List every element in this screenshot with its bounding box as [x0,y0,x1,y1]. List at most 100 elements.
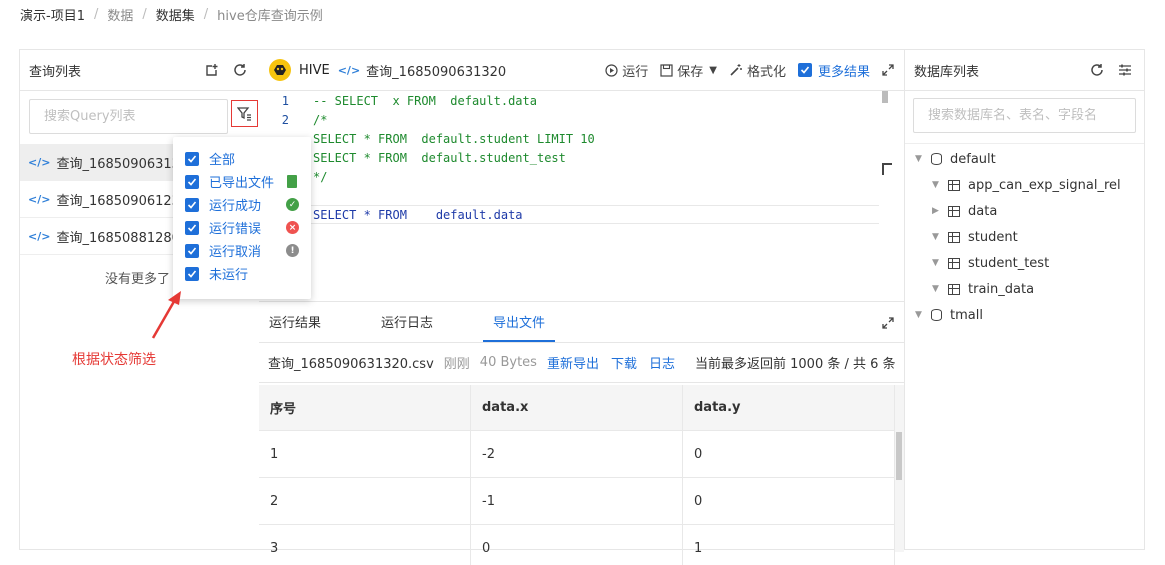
download-link[interactable]: 下载 [611,353,637,372]
editor-line[interactable]: SELECT * FROM default.student_test [259,148,904,167]
tree-node-table[interactable]: ▼ train_data [905,276,1144,302]
caret-right-icon[interactable]: ▶ [932,206,942,216]
breadcrumb-separator: / [203,6,209,22]
table-scrollbar[interactable] [895,385,904,552]
caret-down-icon[interactable]: ▼ [932,232,942,242]
play-icon [605,63,618,77]
breadcrumb: 演示-项目1 / 数据 / 数据集 / hive仓库查询示例 [20,4,323,24]
caret-down-icon[interactable]: ▼ [932,258,942,268]
table-cell: -1 [471,478,683,524]
editor-line[interactable] [259,186,904,205]
tree-node-label: app_can_exp_signal_rel [968,177,1121,193]
code-text: SELECT * FROM default.student_test [313,150,566,165]
tree-node-label: data [968,203,998,219]
checkbox-checked-icon[interactable] [185,243,199,258]
filter-option-all[interactable]: 全部 [173,147,311,170]
format-button[interactable]: 格式化 [729,61,786,80]
table-cell: 0 [683,431,895,477]
query-list-title: 查询列表 [29,64,82,80]
filter-option-label: 运行错误 [209,222,262,237]
fullscreen-button[interactable] [882,64,894,76]
log-link[interactable]: 日志 [649,353,675,372]
expand-icon[interactable] [882,317,894,333]
run-button[interactable]: 运行 [605,61,648,80]
table-icon [948,283,960,295]
result-tabs: 运行结果 运行日志 导出文件 [259,302,904,343]
table-cell: 0 [683,478,895,524]
result-panel: 运行结果 运行日志 导出文件 查询_1685090631320.csv 刚刚 4… [259,301,904,565]
magic-wand-icon [730,64,742,76]
table-icon [948,179,960,191]
tree-node-table[interactable]: ▶ data [905,198,1144,224]
query-list-panel: 查询列表 </> 查询_1685090631320 </> 查询_1685090… [19,49,260,550]
editor-line[interactable]: 1 -- SELECT x FROM default.data [259,91,904,110]
editor-minimap-marker [882,163,892,175]
editor-scrollbar[interactable] [882,91,888,103]
filter-option-label: 运行成功 [209,199,262,214]
filter-icon [237,107,251,121]
filter-option-cancelled[interactable]: 运行取消 ! [173,239,311,262]
tree-node-table[interactable]: ▼ student [905,224,1144,250]
editor-line[interactable]: 2 /* [259,110,904,129]
filter-option-exported[interactable]: 已导出文件 [173,170,311,193]
export-time: 刚刚 [443,357,470,372]
sql-editor[interactable]: 1 -- SELECT x FROM default.data 2 /* SELECT … [259,91,904,301]
database-title: 数据库列表 [914,64,980,80]
breadcrumb-item-data[interactable]: 数据 [107,5,133,24]
filter-option-error[interactable]: 运行错误 × [173,216,311,239]
table-row: 1 -2 0 [259,431,895,478]
table-icon [948,205,960,217]
refresh-icon[interactable] [230,60,250,80]
database-panel: 数据库列表 ▼ default ▼ app_can_exp_signal_rel ▶ da… [904,49,1145,550]
table-scrollbar-thumb[interactable] [896,432,902,480]
checkbox-checked-icon[interactable] [185,197,199,212]
tree-node-label: default [950,151,996,167]
line-number: 2 [281,112,289,127]
editor-line[interactable]: SELECT * FROM default.data [259,205,879,224]
editor-panel: HIVE </> 查询_1685090631320 运行 保存 ▼ 格式化 更多… [259,49,905,565]
settings-sliders-icon[interactable] [1115,60,1135,80]
tree-node-database[interactable]: ▼ default [905,146,1144,172]
caret-down-icon[interactable]: ▼ [915,310,925,320]
checkbox-checked-icon[interactable] [185,151,199,166]
caret-down-icon[interactable]: ▼ [915,154,925,164]
more-results-label: 更多结果 [817,64,870,80]
caret-down-icon[interactable]: ▼ [932,180,942,190]
filter-button[interactable] [231,100,258,127]
checkbox-checked-icon[interactable] [185,220,199,235]
tab-run-log[interactable]: 运行日志 [381,312,433,342]
checkbox-checked-icon[interactable] [797,63,812,77]
tab-export-files[interactable]: 导出文件 [483,312,556,342]
tree-node-label: tmall [950,307,983,323]
table-cell: 1 [259,431,471,477]
editor-line[interactable]: SELECT * FROM default.student LIMIT 10 [259,129,904,148]
file-icon [287,175,297,188]
query-list-header: 查询列表 [20,50,259,91]
caret-down-icon[interactable]: ▼ [709,65,717,76]
new-query-icon[interactable] [202,60,222,80]
checkbox-checked-icon[interactable] [185,266,199,281]
export-size: 40 Bytes [479,355,537,370]
breadcrumb-item-dataset[interactable]: 数据集 [156,5,195,24]
filter-option-not-run[interactable]: 未运行 [173,262,311,285]
run-label: 运行 [622,64,649,80]
column-header: data.y [683,385,895,430]
tab-run-results[interactable]: 运行结果 [269,312,321,342]
editor-lines: 1 -- SELECT x FROM default.data 2 /* SELECT … [259,91,904,224]
tree-node-database[interactable]: ▼ tmall [905,302,1144,328]
save-button[interactable]: 保存 ▼ [660,61,717,80]
re-export-link[interactable]: 重新导出 [547,353,599,372]
refresh-icon[interactable] [1087,60,1107,80]
tree-node-table[interactable]: ▼ app_can_exp_signal_rel [905,172,1144,198]
database-search-input[interactable] [928,108,1121,123]
query-search-input[interactable] [44,109,213,124]
caret-down-icon[interactable]: ▼ [932,284,942,294]
tree-node-table[interactable]: ▼ student_test [905,250,1144,276]
export-file-row: 查询_1685090631320.csv 刚刚 40 Bytes 重新导出 下载… [259,343,904,383]
table-cell: 0 [471,525,683,565]
more-results-toggle[interactable]: 更多结果 [797,61,870,80]
breadcrumb-item-project[interactable]: 演示-项目1 [20,5,85,24]
filter-option-success[interactable]: 运行成功 ✓ [173,193,311,216]
editor-line[interactable]: */ [259,167,904,186]
checkbox-checked-icon[interactable] [185,174,199,189]
